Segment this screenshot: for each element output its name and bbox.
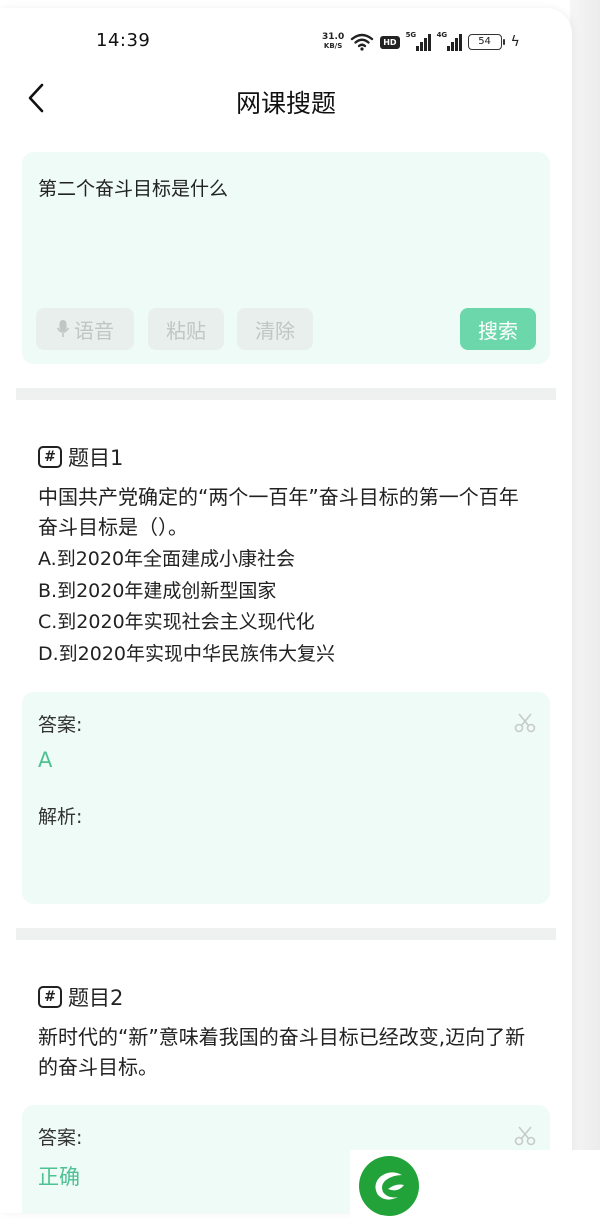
scissors-icon[interactable] [514,1125,536,1147]
charging-icon: ϟ [510,34,520,50]
question-options: A.到2020年全面建成小康社会 B.到2020年建成创新型国家 C.到2020… [38,544,538,670]
option-b: B.到2020年建成创新型国家 [38,579,277,602]
search-button-label: 搜索 [478,318,518,343]
analysis-label: 解析: [38,806,83,828]
answer-card: 答案: A 解析: [22,692,550,904]
question-number: 题目1 [68,446,124,470]
clear-button[interactable]: 清除 [237,308,313,350]
signal-icon-sim2: 4G [437,31,462,51]
topic-hash-icon: # [38,986,62,1008]
search-card: 第二个奋斗目标是什么 语音 粘贴 清除 搜索 [22,152,550,364]
question-number: 题目2 [68,986,124,1010]
section-divider [16,928,556,940]
search-button[interactable]: 搜索 [460,308,536,350]
signal-icon-sim1: 5G [406,31,431,51]
status-icons: 31.0 KB/S HD 5G 4G 54 ϟ [322,30,520,54]
question-header: # 题目1 [38,442,123,472]
answer-label: 答案: [38,714,83,736]
phone-screen: 14:39 31.0 KB/S HD 5G 4G 54 ϟ 网课搜题 第二个奋斗… [0,8,572,1213]
network-speed: 31.0 KB/S [322,32,345,51]
voice-button[interactable]: 语音 [36,308,134,350]
section-divider [16,388,556,400]
leaf-logo-icon [359,1156,419,1216]
microphone-icon [56,320,70,337]
nav-bar: 网课搜题 [0,72,572,124]
option-a: A.到2020年全面建成小康社会 [38,548,296,570]
status-time: 14:39 [96,30,151,51]
option-d: D.到2020年实现中华民族伟大复兴 [38,642,336,665]
answer-value: A [38,748,53,772]
clear-button-label: 清除 [255,318,295,343]
paste-button[interactable]: 粘贴 [148,308,224,350]
answer-value: 正确 [38,1165,80,1189]
search-input[interactable]: 第二个奋斗目标是什么 [38,174,228,201]
option-c: C.到2020年实现社会主义现代化 [38,611,315,633]
paste-button-label: 粘贴 [166,318,206,343]
screen-edge-shadow [570,0,600,1225]
question-header: # 题目2 [38,982,123,1012]
answer-label: 答案: [38,1127,83,1149]
voice-button-label: 语音 [74,318,114,343]
page-title: 网课搜题 [235,89,336,118]
battery-icon: 54 [467,34,505,50]
scissors-icon[interactable] [514,712,536,734]
topic-hash-icon: # [38,446,62,468]
status-bar: 14:39 31.0 KB/S HD 5G 4G 54 ϟ [0,8,572,72]
question-stem: 新时代的“新”意味着我国的奋斗目标已经改变,迈向了新的奋斗目标。 [38,1025,526,1079]
hd-badge: HD [380,35,400,49]
question-stem: 中国共产党确定的“两个一百年”奋斗目标的第一个百年奋斗目标是（）。 [38,485,519,539]
app-logo [350,1150,600,1225]
wifi-icon [351,33,374,51]
